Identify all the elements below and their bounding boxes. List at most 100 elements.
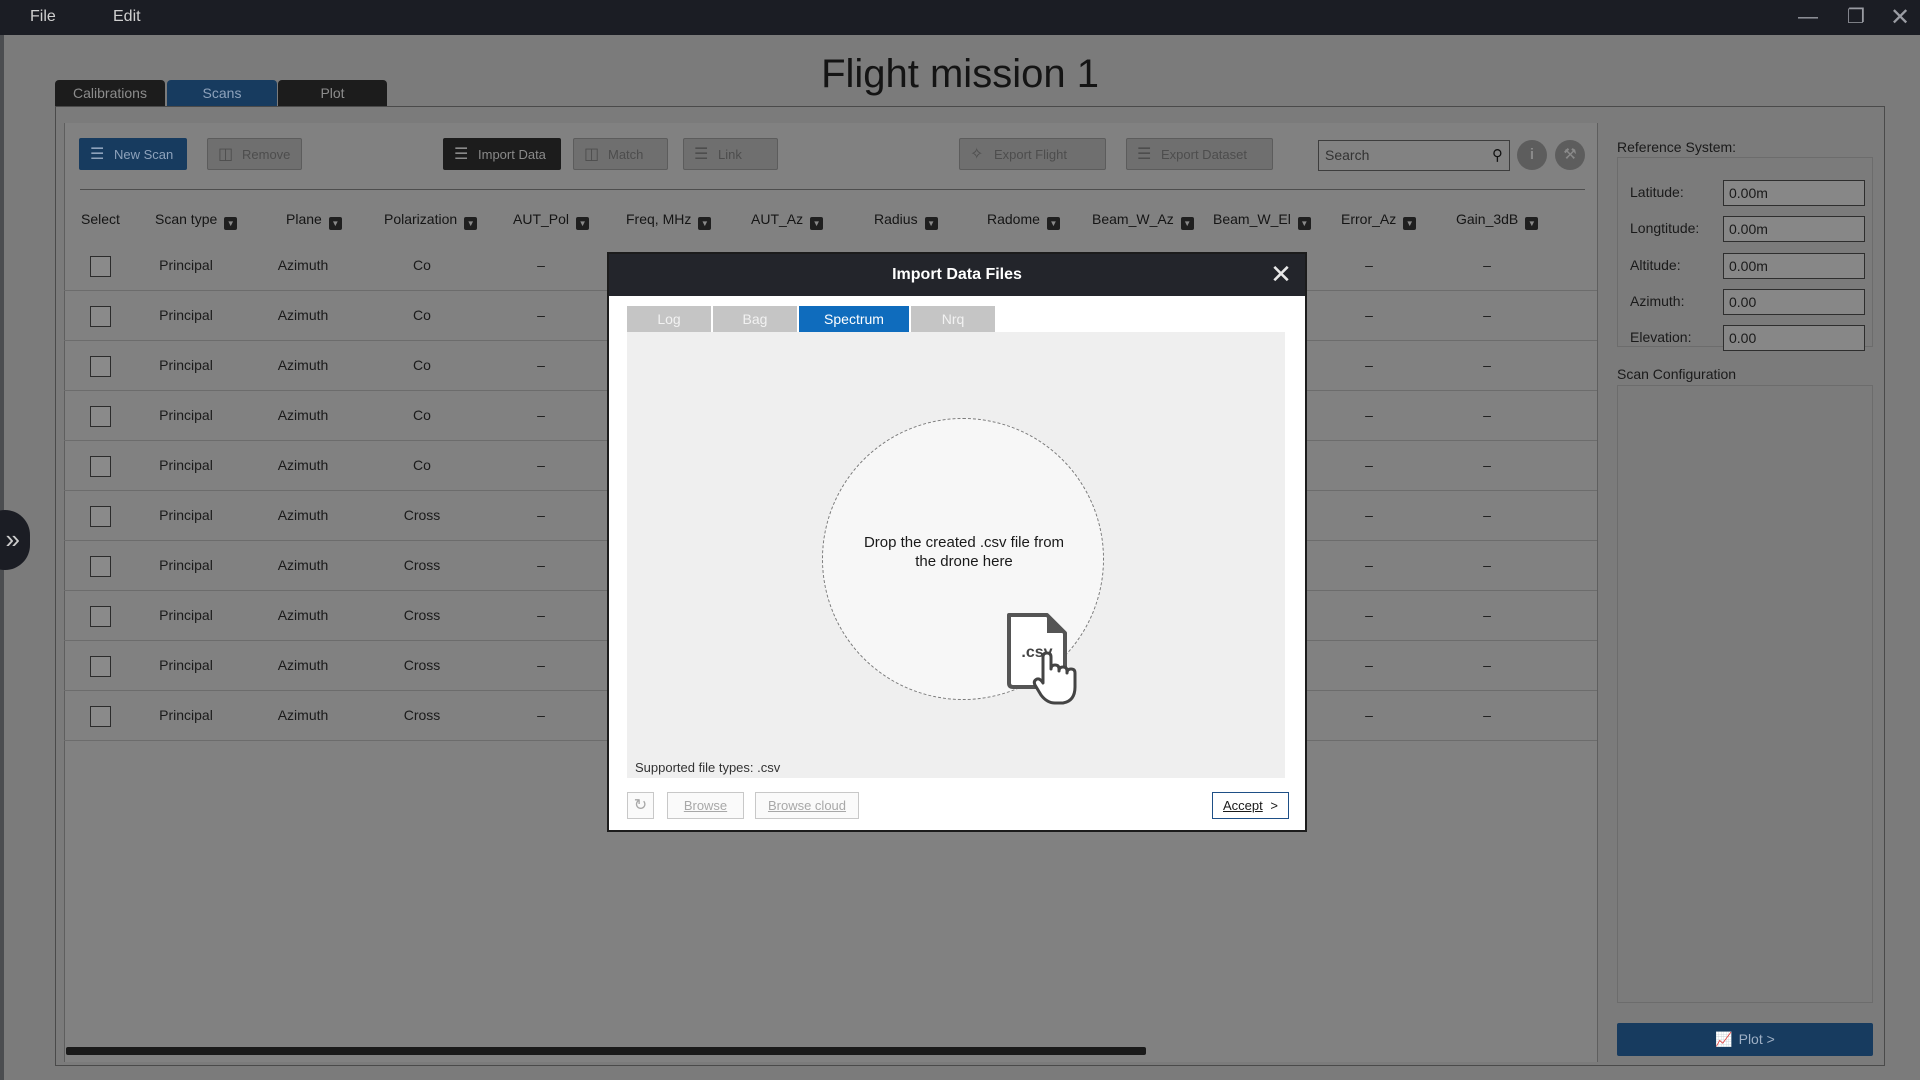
col-scan-type-label: Scan type [155,211,218,227]
import-data-button[interactable]: ☰ Import Data [443,138,561,170]
col-aut-az[interactable]: AUT_Az ▼ [751,211,824,230]
cell-scan-type: Principal [159,457,213,473]
cell-plane: Azimuth [277,507,329,523]
ref-field-input[interactable]: 0.00 [1723,289,1865,315]
link-button[interactable]: ☰ Link [683,138,778,170]
col-freq-label: Freq, MHz [626,211,692,227]
ref-field-input[interactable]: 0.00m [1723,180,1865,206]
cell-aut-pol: – [537,707,545,723]
scan-configuration-title: Scan Configuration [1617,366,1737,382]
row-checkbox[interactable] [90,656,111,677]
col-polarization[interactable]: Polarization ▼ [384,211,478,230]
col-freq[interactable]: Freq, MHz ▼ [626,211,712,230]
new-scan-button[interactable]: ☰ New Scan [79,138,187,170]
accept-button[interactable]: Accept > [1212,792,1289,819]
browse-cloud-button[interactable]: Browse cloud [755,792,859,819]
cell-scan-type: Principal [159,607,213,623]
cell-error-az: – [1365,507,1373,523]
col-radius[interactable]: Radius ▼ [874,211,938,230]
ref-field-input[interactable]: 0.00m [1723,216,1865,242]
col-error-az[interactable]: Error_Az ▼ [1341,211,1417,230]
import-data-label: Import Data [478,147,546,162]
trash-icon: ◫ [218,146,234,163]
filter-dropdown-icon[interactable]: ▼ [810,217,824,230]
filter-dropdown-icon[interactable]: ▼ [1297,217,1311,230]
tab-calibrations[interactable]: Calibrations [55,80,165,107]
col-radome[interactable]: Radome ▼ [987,211,1060,230]
ref-field-input[interactable]: 0.00m [1723,253,1865,279]
cell-gain: – [1483,407,1491,423]
dialog-tab-bag[interactable]: Bag [713,306,797,332]
cell-scan-type: Principal [159,707,213,723]
row-checkbox[interactable] [90,356,111,377]
dialog-tab-log[interactable]: Log [627,306,711,332]
cell-error-az: – [1365,707,1373,723]
cell-plane: Azimuth [277,607,329,623]
browse-button[interactable]: Browse [667,792,744,819]
refresh-icon[interactable]: ↻ [627,792,654,819]
filter-dropdown-icon[interactable]: ▼ [924,217,938,230]
filter-dropdown-icon[interactable]: ▼ [464,217,478,230]
close-icon[interactable]: ✕ [1267,260,1295,288]
search-icon[interactable]: ⚲ [1492,141,1503,170]
filter-dropdown-icon[interactable]: ▼ [224,217,238,230]
ref-field-input[interactable]: 0.00 [1723,325,1865,351]
filter-dropdown-icon[interactable]: ▼ [1180,217,1194,230]
cell-polarization: Cross [403,557,441,573]
col-scan-type[interactable]: Scan type ▼ [155,211,238,230]
row-checkbox[interactable] [90,606,111,627]
tab-scans[interactable]: Scans [167,80,277,107]
info-icon[interactable]: i [1517,140,1547,170]
link-label: Link [718,147,742,162]
tab-plot[interactable]: Plot [278,80,387,107]
filter-dropdown-icon[interactable]: ▼ [1403,217,1417,230]
dialog-tab-spectrum[interactable]: Spectrum [799,306,909,332]
row-checkbox[interactable] [90,456,111,477]
menu-edit[interactable]: Edit [113,8,141,26]
col-gain-3db[interactable]: Gain_3dB ▼ [1456,211,1539,230]
match-label: Match [608,147,644,162]
cell-scan-type: Principal [159,257,213,273]
maximize-icon[interactable]: ❐ [1836,0,1876,35]
filter-dropdown-icon[interactable]: ▼ [1046,217,1060,230]
remove-button[interactable]: ◫ Remove [207,138,302,170]
cell-error-az: – [1365,307,1373,323]
wrench-icon[interactable]: ⚒ [1555,140,1585,170]
horizontal-scrollbar[interactable] [66,1047,1146,1055]
filter-dropdown-icon[interactable]: ▼ [576,217,590,230]
reference-system-title: Reference System: [1617,139,1737,155]
minimize-icon[interactable]: — [1788,0,1828,35]
row-checkbox[interactable] [90,556,111,577]
row-checkbox[interactable] [90,256,111,277]
menu-file[interactable]: File [30,8,56,26]
toolbar-divider [80,189,1585,190]
col-beam-w-el[interactable]: Beam_W_El ▼ [1213,211,1311,230]
cell-gain: – [1483,657,1491,673]
import-list-icon: ☰ [454,146,469,163]
col-aut-pol[interactable]: AUT_Pol ▼ [513,211,590,230]
close-window-icon[interactable]: ✕ [1880,0,1920,35]
filter-dropdown-icon[interactable]: ▼ [698,217,712,230]
cell-scan-type: Principal [159,357,213,373]
drop-zone-circle[interactable]: Drop the created .csv file from the dron… [822,418,1104,705]
col-beam-w-az[interactable]: Beam_W_Az ▼ [1092,211,1194,230]
cell-polarization: Co [413,357,431,373]
filter-dropdown-icon[interactable]: ▼ [1525,217,1539,230]
export-dataset-button[interactable]: ☰ Export Dataset [1126,138,1273,170]
row-checkbox[interactable] [90,506,111,527]
export-dataset-label: Export Dataset [1161,147,1247,162]
row-checkbox[interactable] [90,406,111,427]
col-plane[interactable]: Plane ▼ [286,211,342,230]
ref-field-label: Longtitude: [1630,220,1700,236]
filter-dropdown-icon[interactable]: ▼ [328,217,342,230]
file-drop-area[interactable]: Drop the created .csv file from the dron… [627,332,1285,778]
row-checkbox[interactable] [90,706,111,727]
match-button[interactable]: ◫ Match [573,138,668,170]
col-polarization-label: Polarization [384,211,458,227]
cell-plane: Azimuth [277,557,329,573]
export-flight-button[interactable]: ✧ Export Flight [959,138,1106,170]
row-checkbox[interactable] [90,306,111,327]
search-input[interactable]: Search ⚲ [1318,140,1510,171]
plot-button[interactable]: 📈 Plot > [1617,1023,1873,1056]
dialog-tab-nrq[interactable]: Nrq [911,306,995,332]
